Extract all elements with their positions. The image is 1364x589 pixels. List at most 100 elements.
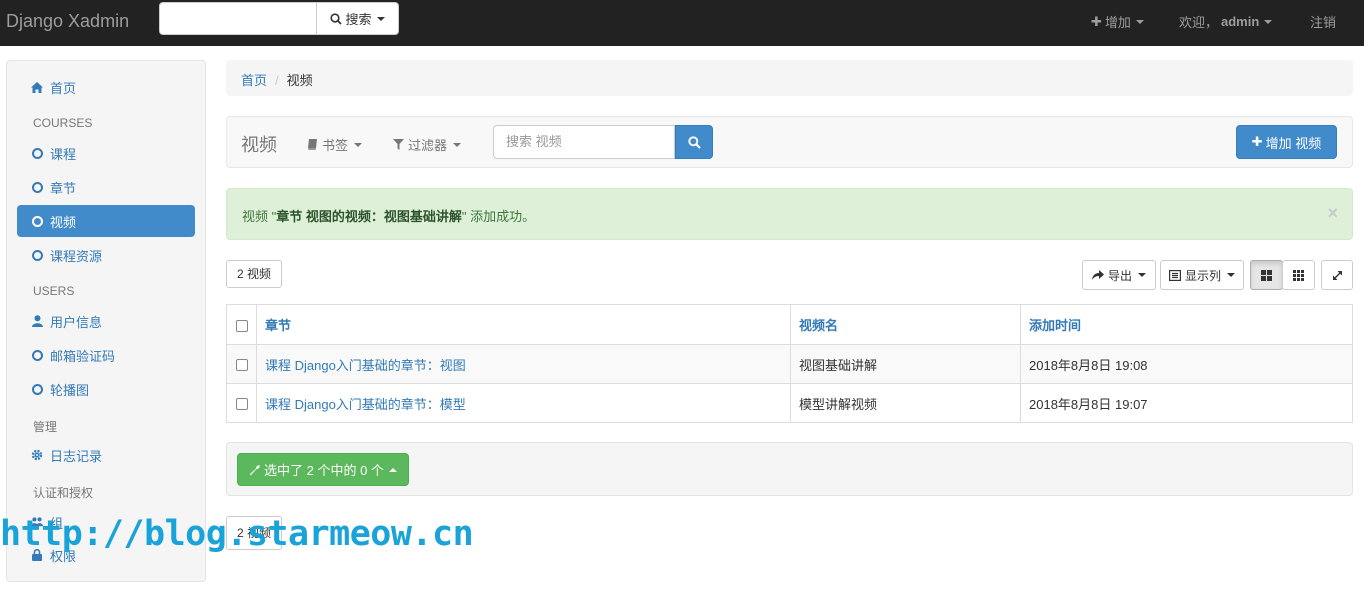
results-table: 章节 视频名 添加时间 课程 Django入门基础的章节：视图 视图基础讲解 2… [226, 304, 1353, 423]
user-menu[interactable]: 欢迎， admin [1179, 12, 1273, 31]
row-checkbox[interactable] [235, 398, 248, 411]
chevron-down-icon [354, 142, 363, 147]
logout-link[interactable]: 注销 [1310, 12, 1336, 31]
chevron-down-icon [1138, 273, 1146, 277]
sidebar-item-chapter[interactable]: 章节 [17, 171, 195, 203]
sidebar-section-auth: 认证和授权 [33, 486, 94, 500]
sidebar-item-course[interactable]: 课程 [17, 137, 195, 169]
username: admin [1221, 14, 1260, 29]
sidebar-item-label: 首页 [50, 80, 77, 96]
circle-icon [31, 383, 43, 395]
sidebar: 首页 COURSES 课程 章节 视频 课程资源 USERS 用户信息 邮箱验证… [6, 60, 206, 582]
select-all-checkbox[interactable] [235, 319, 248, 332]
alert-object: 章节 视图的视频：视图基础讲解 [276, 209, 462, 224]
layout-table-button[interactable] [1250, 260, 1283, 290]
list-toolbar: 视频 书签 过滤器 搜索 视频 ✚ 增加 视频 [226, 116, 1353, 168]
sidebar-item-email-code[interactable]: 邮箱验证码 [17, 339, 195, 371]
column-header-time[interactable]: 添加时间 [1020, 304, 1353, 345]
breadcrumb-separator: / [275, 73, 279, 88]
result-count: 2 视频 [226, 260, 283, 288]
nav-search-button[interactable]: 搜索 [317, 2, 399, 35]
nav-search-group: 搜索 [159, 2, 399, 35]
nav-search-input[interactable] [159, 2, 317, 35]
layout-grid-button[interactable] [1282, 260, 1315, 290]
bulk-actions-label: 选中了 2 个中的 0 个 [264, 463, 384, 478]
bookmarks-menu[interactable]: 书签 [307, 135, 363, 154]
sidebar-item-log[interactable]: 日志记录 [17, 439, 195, 471]
sidebar-item-home[interactable]: 首页 [17, 71, 195, 103]
user-icon [31, 315, 43, 327]
chapter-link[interactable]: 课程 Django入门基础的章节：视图 [265, 358, 466, 373]
search-icon [330, 12, 343, 25]
share-icon [1091, 269, 1104, 280]
columns-button[interactable]: 显示列 [1160, 260, 1244, 290]
chevron-down-icon [453, 142, 462, 147]
circle-icon [31, 249, 43, 261]
sidebar-item-label: 课程资源 [50, 248, 103, 264]
added-time-cell: 2018年8月8日 19:07 [1020, 383, 1353, 423]
table-header-row: 章节 视频名 添加时间 [226, 304, 1353, 345]
sidebar-section-manage: 管理 [33, 420, 58, 434]
chapter-link[interactable]: 课程 Django入门基础的章节：模型 [265, 397, 466, 412]
close-icon[interactable]: × [1327, 203, 1338, 224]
list-search-input[interactable]: 搜索 视频 [493, 125, 675, 159]
circle-icon [31, 147, 43, 159]
bulk-actions-button[interactable]: 选中了 2 个中的 0 个 [237, 453, 409, 486]
sidebar-item-label: 日志记录 [50, 448, 103, 464]
row-checkbox[interactable] [235, 359, 248, 372]
breadcrumb-home[interactable]: 首页 [241, 73, 267, 88]
column-header-chapter[interactable]: 章节 [256, 304, 791, 345]
columns-label: 显示列 [1184, 268, 1221, 283]
sidebar-item-label: 视频 [50, 214, 77, 230]
sidebar-item-label: 邮箱验证码 [50, 348, 116, 364]
search-icon [687, 135, 701, 149]
sidebar-item-label: 轮播图 [50, 382, 90, 398]
video-name-cell: 视图基础讲解 [790, 344, 1021, 384]
sidebar-item-label: 用户信息 [50, 314, 103, 330]
column-header-name[interactable]: 视频名 [790, 304, 1021, 345]
add-video-button[interactable]: ✚ 增加 视频 [1236, 125, 1337, 159]
chevron-down-icon [1135, 19, 1144, 24]
watermark-text: http://blog.starmeow.cn [0, 514, 474, 554]
bookmarks-label: 书签 [322, 138, 349, 153]
add-menu-label: 增加 [1104, 15, 1131, 30]
add-menu[interactable]: ✚ 增加 [1091, 12, 1144, 31]
filters-menu[interactable]: 过滤器 [393, 135, 462, 154]
chapter-cell: 课程 Django入门基础的章节：视图 [256, 344, 791, 384]
sidebar-section-courses: COURSES [33, 116, 93, 130]
sidebar-item-video[interactable]: 视频 [17, 205, 195, 237]
th-large-icon [1261, 269, 1272, 281]
list-search-group: 搜索 视频 [493, 125, 713, 159]
chapter-cell: 课程 Django入门基础的章节：模型 [256, 383, 791, 423]
sidebar-section-users: USERS [33, 284, 75, 298]
chevron-down-icon [1227, 273, 1235, 277]
list-search-button[interactable] [675, 125, 713, 159]
top-navbar: Django Xadmin 搜索 ✚ 增加 欢迎， admin 注销 [0, 0, 1364, 46]
circle-icon [31, 349, 43, 361]
sidebar-item-banner[interactable]: 轮播图 [17, 373, 195, 405]
fullscreen-button[interactable] [1321, 260, 1353, 290]
alert-suffix: " 添加成功。 [461, 209, 536, 224]
list-alt-icon [1168, 269, 1181, 281]
plus-icon: ✚ [1091, 13, 1102, 29]
alert-prefix: 视频 " [242, 209, 277, 224]
sidebar-item-course-resource[interactable]: 课程资源 [17, 239, 195, 271]
circle-icon [31, 181, 43, 193]
export-button[interactable]: 导出 [1082, 260, 1156, 290]
actions-panel: 选中了 2 个中的 0 个 [226, 442, 1353, 496]
circle-icon [31, 215, 43, 227]
table-row: 课程 Django入门基础的章节：模型 模型讲解视频 2018年8月8日 19:… [226, 383, 1353, 423]
welcome-text: 欢迎， [1179, 15, 1219, 30]
home-icon [31, 81, 43, 93]
chevron-down-icon [376, 16, 385, 21]
success-alert: 视频 "章节 视图的视频：视图基础讲解" 添加成功。 × [226, 188, 1353, 240]
sidebar-item-user-info[interactable]: 用户信息 [17, 305, 195, 337]
added-time-cell: 2018年8月8日 19:08 [1020, 344, 1353, 384]
plus-icon: ✚ [1251, 134, 1263, 149]
table-row: 课程 Django入门基础的章节：视图 视图基础讲解 2018年8月8日 19:… [226, 344, 1353, 384]
select-all-cell [226, 304, 257, 345]
filter-icon [393, 139, 404, 150]
add-video-label: 增加 视频 [1265, 135, 1322, 151]
brand-title[interactable]: Django Xadmin [6, 11, 129, 32]
wrench-icon [249, 464, 260, 475]
